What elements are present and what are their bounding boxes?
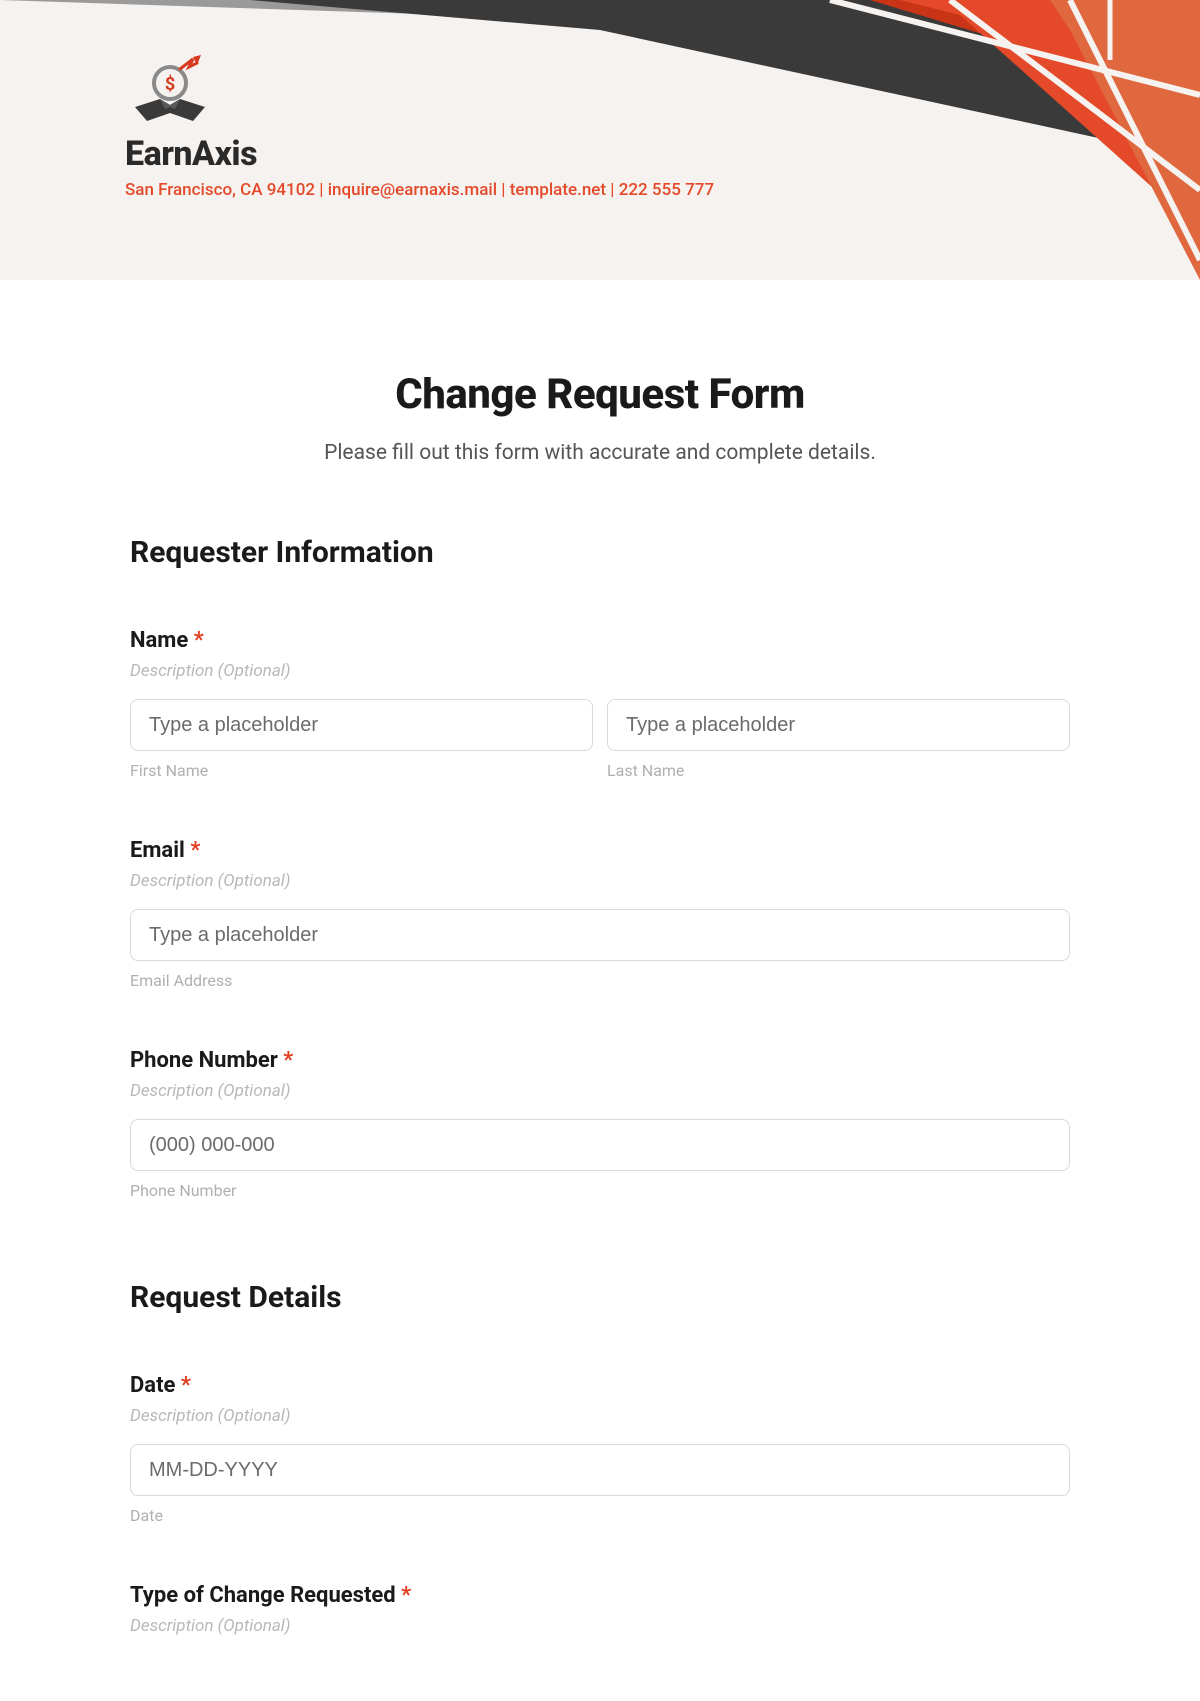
field-phone: Phone Number * Description (Optional) Ph…	[130, 1048, 1070, 1200]
phone-sublabel: Phone Number	[130, 1181, 1070, 1200]
email-label-text: Email	[130, 838, 185, 863]
phone-input[interactable]	[130, 1119, 1070, 1171]
required-star: *	[283, 1048, 293, 1073]
email-sublabel: Email Address	[130, 971, 1070, 990]
date-label: Date *	[130, 1373, 1070, 1398]
last-name-input[interactable]	[607, 699, 1070, 751]
section-details-heading: Request Details	[130, 1280, 1070, 1315]
change-type-label-text: Type of Change Requested	[130, 1583, 396, 1608]
field-change-type: Type of Change Requested * Description (…	[130, 1583, 1070, 1636]
field-name: Name * Description (Optional) First Name…	[130, 628, 1070, 780]
form-container: Change Request Form Please fill out this…	[0, 280, 1200, 1676]
required-star: *	[194, 628, 204, 653]
form-title: Change Request Form	[130, 370, 1070, 419]
first-name-input[interactable]	[130, 699, 593, 751]
handshake-logo-icon: $	[125, 55, 215, 130]
date-sublabel: Date	[130, 1506, 1070, 1525]
change-type-label: Type of Change Requested *	[130, 1583, 1070, 1608]
first-name-sublabel: First Name	[130, 761, 593, 780]
section-requester-heading: Requester Information	[130, 535, 1070, 570]
required-star: *	[190, 838, 200, 863]
field-date: Date * Description (Optional) Date	[130, 1373, 1070, 1525]
phone-label-text: Phone Number	[130, 1048, 278, 1073]
phone-label: Phone Number *	[130, 1048, 1070, 1073]
logo-block: $ EarnAxis San Francisco, CA 94102 | inq…	[125, 55, 714, 200]
email-description: Description (Optional)	[130, 871, 1070, 891]
email-label: Email *	[130, 838, 1070, 863]
phone-description: Description (Optional)	[130, 1081, 1070, 1101]
required-star: *	[401, 1583, 411, 1608]
form-subtitle: Please fill out this form with accurate …	[130, 441, 1070, 465]
date-label-text: Date	[130, 1373, 175, 1398]
name-label-text: Name	[130, 628, 188, 653]
date-input[interactable]	[130, 1444, 1070, 1496]
last-name-sublabel: Last Name	[607, 761, 1070, 780]
required-star: *	[181, 1373, 191, 1398]
brand-name: EarnAxis	[125, 134, 714, 174]
svg-text:$: $	[165, 74, 175, 95]
name-description: Description (Optional)	[130, 661, 1070, 681]
field-email: Email * Description (Optional) Email Add…	[130, 838, 1070, 990]
header-banner: $ EarnAxis San Francisco, CA 94102 | inq…	[0, 0, 1200, 280]
brand-contact-line: San Francisco, CA 94102 | inquire@earnax…	[125, 180, 714, 200]
email-input[interactable]	[130, 909, 1070, 961]
date-description: Description (Optional)	[130, 1406, 1070, 1426]
change-type-description: Description (Optional)	[130, 1616, 1070, 1636]
name-label: Name *	[130, 628, 1070, 653]
